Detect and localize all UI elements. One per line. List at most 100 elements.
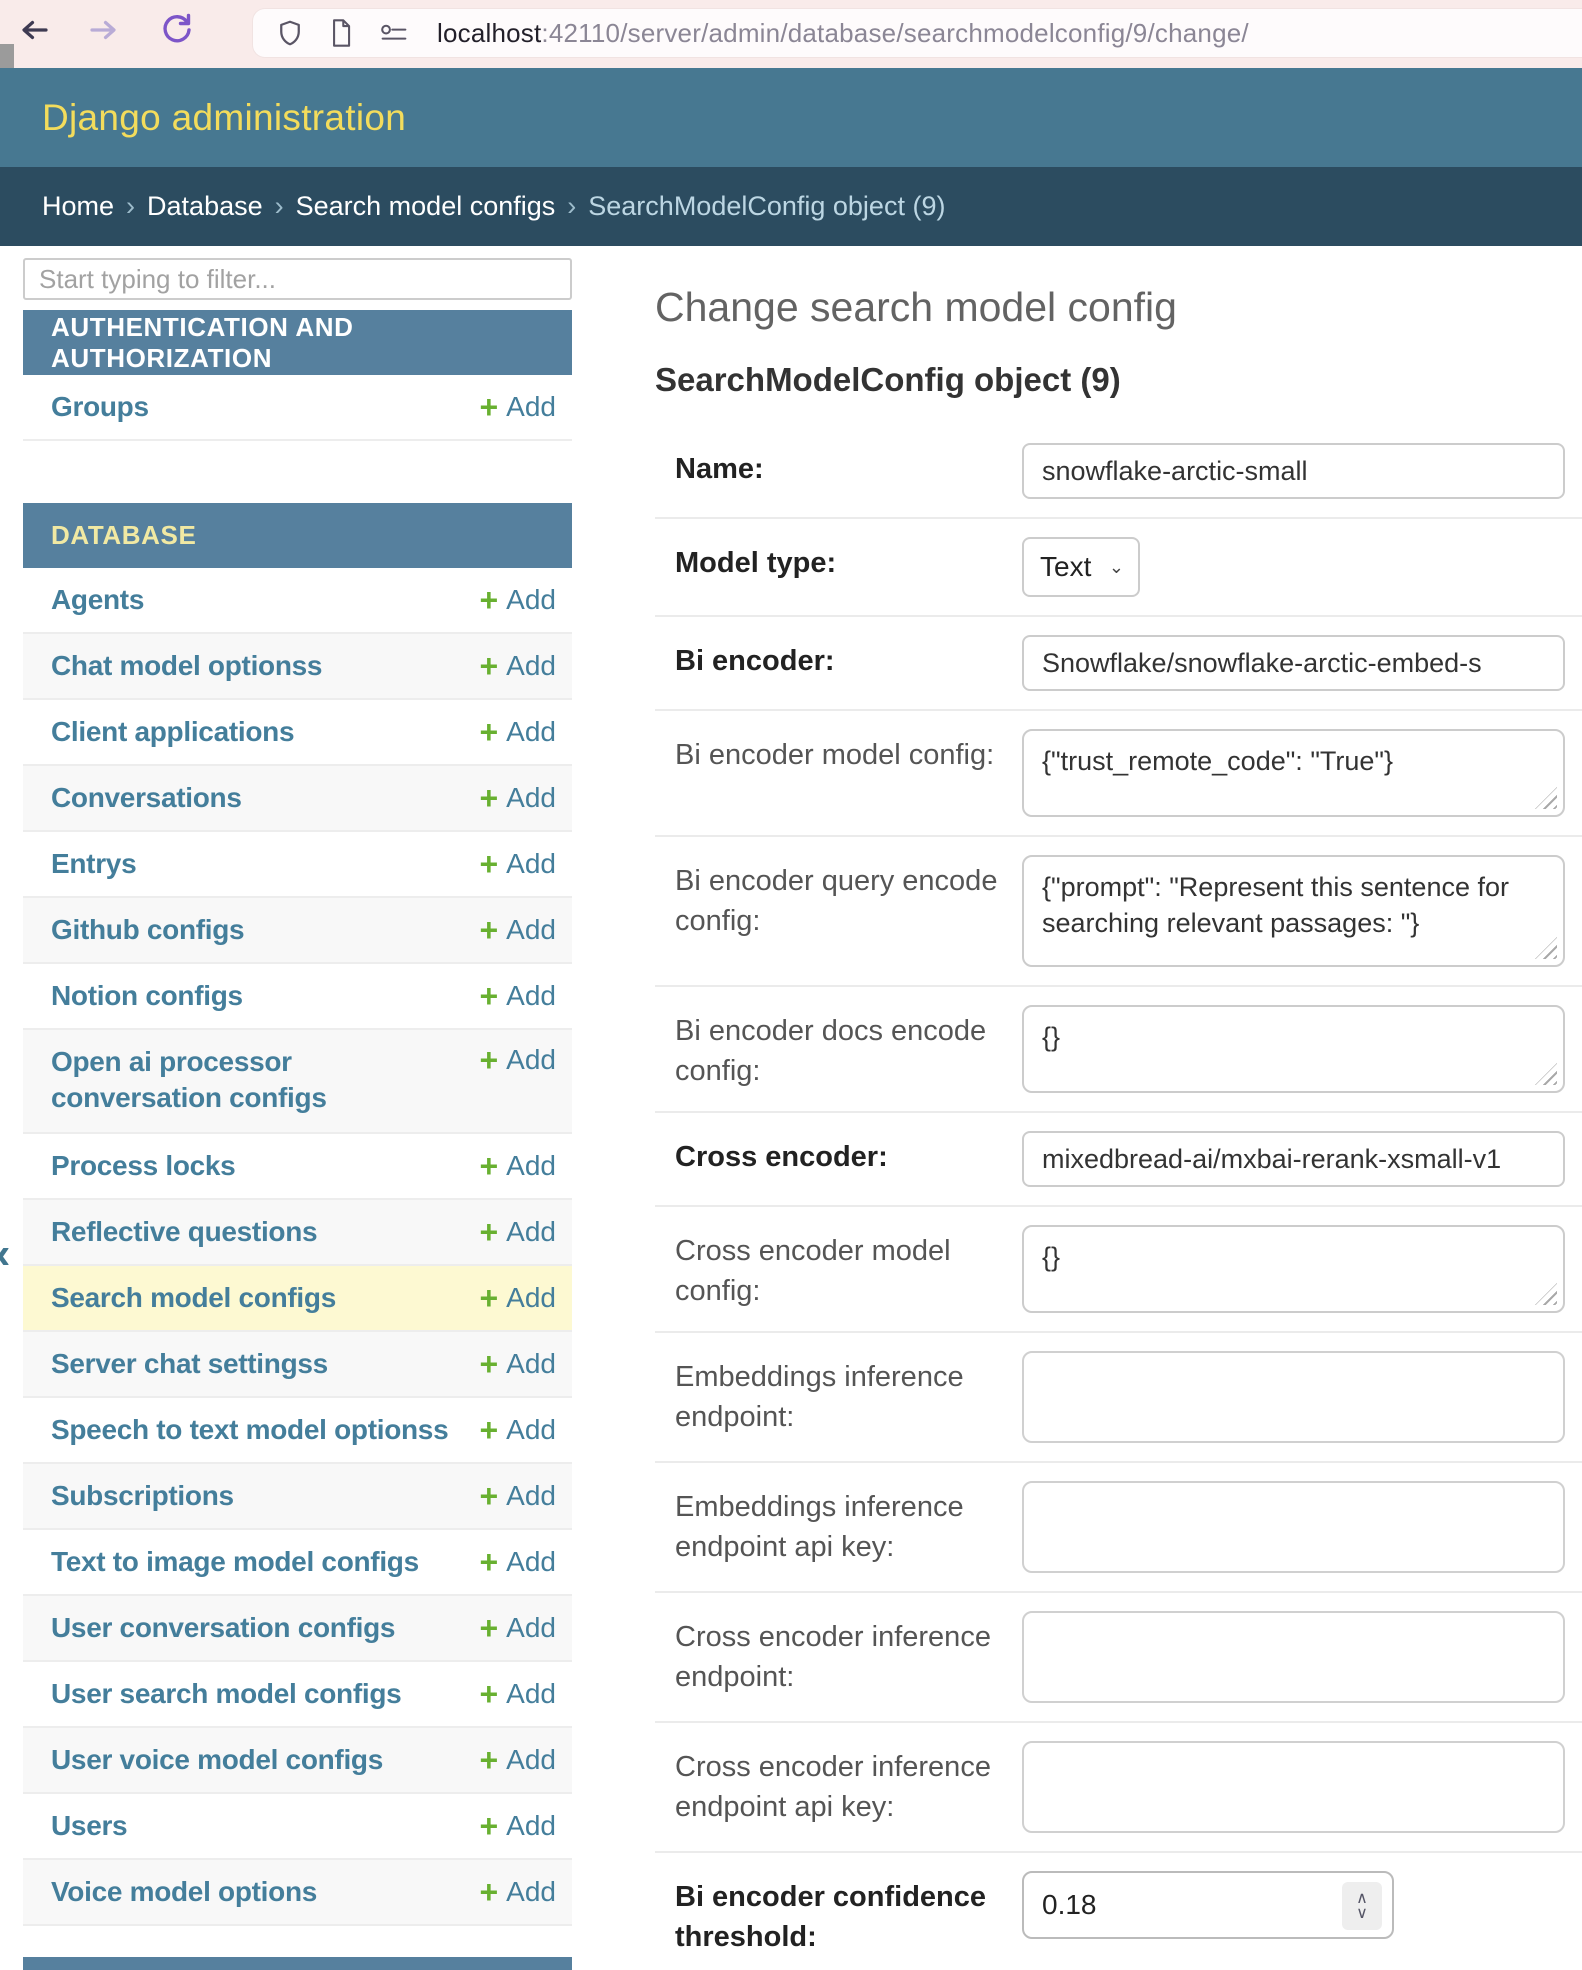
sidebar-item-link[interactable]: User conversation configs (51, 1610, 395, 1646)
resize-handle-icon[interactable] (1535, 1063, 1557, 1085)
back-button[interactable] (12, 8, 56, 52)
forward-arrow-icon (87, 13, 121, 47)
breadcrumb-link[interactable]: Search model configs (296, 191, 556, 222)
sidebar-item-link[interactable]: User search model configs (51, 1676, 401, 1712)
sidebar-add-link[interactable]: + Add (479, 1044, 556, 1076)
sidebar-item[interactable]: Conversations + Add (23, 766, 572, 832)
sidebar-add-link[interactable]: + Add (479, 1810, 556, 1842)
sidebar-item-link[interactable]: Speech to text model optionss (51, 1412, 448, 1448)
sidebar-add-link[interactable]: + Add (479, 1744, 556, 1776)
model-type-select[interactable]: Text⌄ (1022, 537, 1140, 597)
sidebar-item-link[interactable]: Agents (51, 582, 144, 618)
sidebar-item[interactable]: Reflective questions + Add (23, 1200, 572, 1266)
sidebar-add-link[interactable]: + Add (479, 1414, 556, 1446)
sidebar-item-link[interactable]: Groups (51, 389, 149, 425)
sidebar-add-link[interactable]: + Add (479, 1480, 556, 1512)
url-bar[interactable]: localhost:42110/server/admin/database/se… (253, 9, 1582, 57)
sidebar-item-link[interactable]: Server chat settingss (51, 1346, 328, 1382)
sidebar-add-link[interactable]: + Add (479, 1348, 556, 1380)
sidebar-add-link[interactable]: + Add (479, 391, 556, 423)
sidebar-item-link[interactable]: Chat model optionss (51, 648, 322, 684)
sidebar-add-link[interactable]: + Add (479, 1876, 556, 1908)
sidebar-item[interactable]: Voice model options + Add (23, 1860, 572, 1926)
sidebar-item[interactable]: Process locks + Add (23, 1134, 572, 1200)
embeddings-inference-endpoint-api-key-field[interactable] (1022, 1481, 1565, 1573)
sidebar-item[interactable]: User conversation configs + Add (23, 1596, 572, 1662)
page-icon[interactable] (327, 18, 355, 48)
sidebar-item[interactable]: Groups + Add (23, 375, 572, 441)
sidebar-item-link[interactable]: Search model configs (51, 1280, 336, 1316)
sidebar-item[interactable]: User search model configs + Add (23, 1662, 572, 1728)
number-spinner[interactable]: ∧∨ (1342, 1882, 1382, 1930)
resize-handle-icon[interactable] (1535, 1283, 1557, 1305)
forward-button[interactable] (82, 8, 126, 52)
resize-handle-icon[interactable] (1535, 937, 1557, 959)
bi-encoder-docs-encode-config-textarea[interactable]: {} (1022, 1005, 1565, 1093)
sidebar-add-link[interactable]: + Add (479, 1282, 556, 1314)
sidebar-toggle-icon[interactable]: « (0, 1234, 10, 1274)
sidebar-item-link[interactable]: Subscriptions (51, 1478, 234, 1514)
sidebar-item-link[interactable]: Github configs (51, 912, 244, 948)
cross-encoder-inference-endpoint-api-key-field[interactable] (1022, 1741, 1565, 1833)
sidebar-add-link[interactable]: + Add (479, 716, 556, 748)
embeddings-inference-endpoint-field[interactable] (1022, 1351, 1565, 1443)
permissions-icon[interactable] (377, 18, 411, 48)
add-label: Add (506, 1612, 556, 1644)
sidebar-add-link[interactable]: + Add (479, 1612, 556, 1644)
cross-encoder-field[interactable]: mixedbread-ai/mxbai-rerank-xsmall-v1 (1022, 1131, 1565, 1187)
cross-encoder-inference-endpoint-field[interactable] (1022, 1611, 1565, 1703)
sidebar-item-link[interactable]: Users (51, 1808, 127, 1844)
breadcrumb-link[interactable]: Database (147, 191, 263, 222)
field-label: Name: (655, 443, 1022, 499)
sidebar-item-link[interactable]: User voice model configs (51, 1742, 383, 1778)
sidebar-item[interactable]: Search model configs + Add (23, 1266, 572, 1332)
sidebar-item[interactable]: Speech to text model optionss + Add (23, 1398, 572, 1464)
name-field[interactable]: snowflake-arctic-small (1022, 443, 1565, 499)
bi-encoder-model-config-textarea[interactable]: {"trust_remote_code": "True"} (1022, 729, 1565, 817)
resize-handle-icon[interactable] (1535, 787, 1557, 809)
sidebar-item-link[interactable]: Process locks (51, 1148, 235, 1184)
cross-encoder-model-config-textarea[interactable]: {} (1022, 1225, 1565, 1313)
sidebar-item[interactable]: Server chat settingss + Add (23, 1332, 572, 1398)
sidebar-add-link[interactable]: + Add (479, 1150, 556, 1182)
sidebar-item[interactable]: Entrys + Add (23, 832, 572, 898)
refresh-button[interactable] (155, 8, 199, 52)
sidebar-add-link[interactable]: + Add (479, 914, 556, 946)
bi-encoder-query-encode-config-textarea[interactable]: {"prompt": "Represent this sentence for … (1022, 855, 1565, 967)
sidebar-item-link[interactable]: Conversations (51, 780, 242, 816)
bi-encoder-confidence-threshold-field[interactable]: 0.18∧∨ (1022, 1871, 1394, 1939)
sidebar-item[interactable]: Open ai processor conversation configs +… (23, 1030, 572, 1134)
sidebar-item-link[interactable]: Voice model options (51, 1874, 317, 1910)
breadcrumb-link[interactable]: Home (42, 191, 114, 222)
spinner-down-icon[interactable]: ∨ (1356, 1906, 1368, 1921)
sidebar-item-link[interactable]: Open ai processor conversation configs (51, 1044, 391, 1116)
sidebar-item[interactable]: Subscriptions + Add (23, 1464, 572, 1530)
sidebar-add-link[interactable]: + Add (479, 1678, 556, 1710)
sidebar-item[interactable]: Agents + Add (23, 568, 572, 634)
sidebar-add-link[interactable]: + Add (479, 1216, 556, 1248)
spinner-up-icon[interactable]: ∧ (1356, 1891, 1368, 1906)
sidebar-item[interactable]: Chat model optionss + Add (23, 634, 572, 700)
sidebar-item-link[interactable]: Client applications (51, 714, 294, 750)
shield-icon[interactable] (275, 18, 305, 48)
sidebar-add-link[interactable]: + Add (479, 1546, 556, 1578)
sidebar-add-link[interactable]: + Add (479, 782, 556, 814)
bi-encoder-field[interactable]: Snowflake/snowflake-arctic-embed-s (1022, 635, 1565, 691)
sidebar-item-link[interactable]: Notion configs (51, 978, 243, 1014)
site-title[interactable]: Django administration (42, 97, 406, 139)
sidebar-filter-input[interactable] (23, 258, 572, 300)
sidebar-add-link[interactable]: + Add (479, 584, 556, 616)
sidebar-item[interactable]: Github configs + Add (23, 898, 572, 964)
sidebar-add-link[interactable]: + Add (479, 980, 556, 1012)
sidebar-add-link[interactable]: + Add (479, 848, 556, 880)
sidebar-add-link[interactable]: + Add (479, 650, 556, 682)
sidebar-item-link[interactable]: Entrys (51, 846, 136, 882)
sidebar-item-link[interactable]: Text to image model configs (51, 1544, 419, 1580)
sidebar-item[interactable]: Client applications + Add (23, 700, 572, 766)
sidebar-item-link[interactable]: Reflective questions (51, 1214, 317, 1250)
add-label: Add (506, 1348, 556, 1380)
sidebar-item[interactable]: User voice model configs + Add (23, 1728, 572, 1794)
sidebar-item[interactable]: Text to image model configs + Add (23, 1530, 572, 1596)
sidebar-item[interactable]: Users + Add (23, 1794, 572, 1860)
sidebar-item[interactable]: Notion configs + Add (23, 964, 572, 1030)
